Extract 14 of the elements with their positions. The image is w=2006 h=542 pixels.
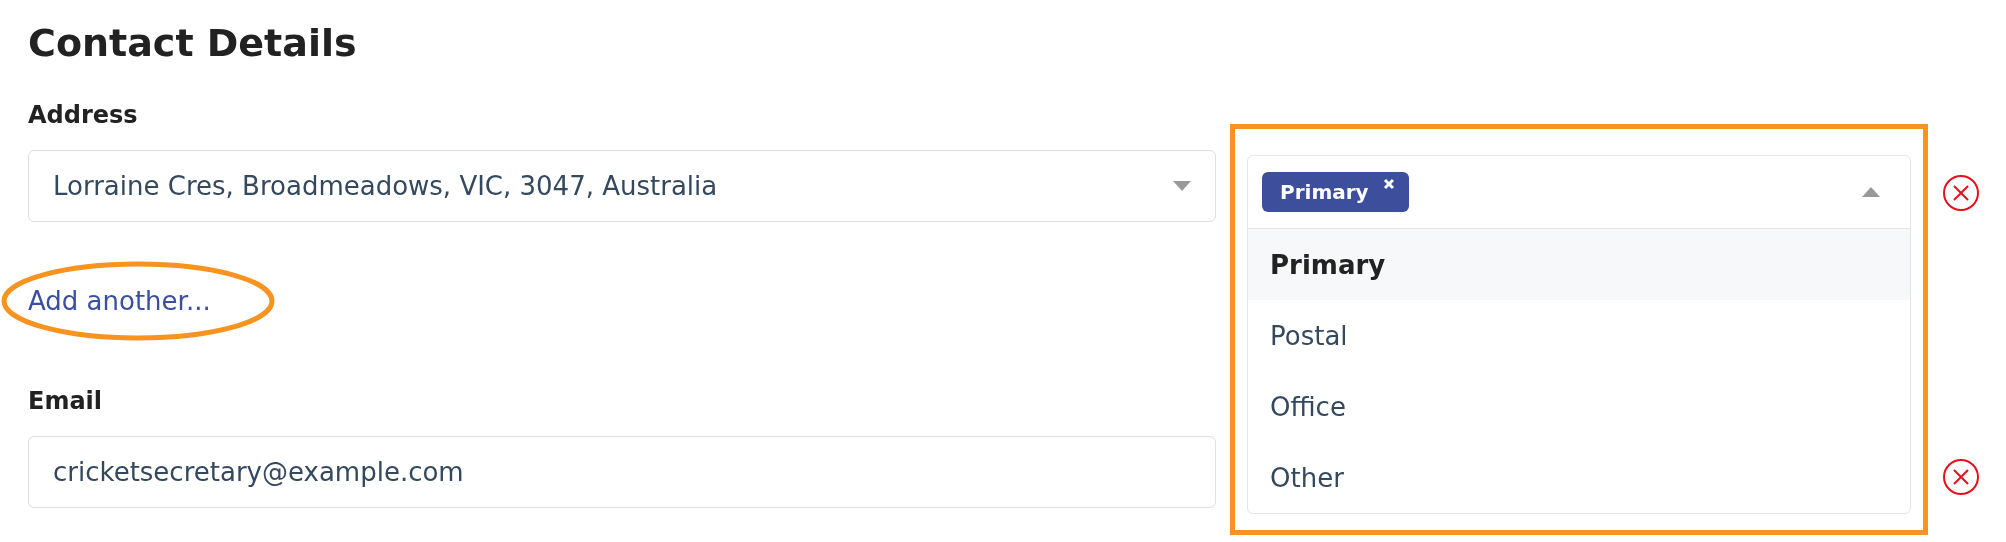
dropdown-option[interactable]: Office	[1248, 371, 1910, 442]
dropdown-option[interactable]: Other	[1248, 442, 1910, 513]
field-label: Email	[28, 386, 103, 416]
field-label: Address	[28, 100, 138, 130]
remove-icon[interactable]	[1942, 458, 1980, 496]
dropdown-option[interactable]: Primary	[1248, 229, 1910, 300]
remove-icon[interactable]	[1942, 174, 1980, 212]
remove-tag-icon[interactable]	[1382, 178, 1395, 190]
tag-chip[interactable]: Primary	[1262, 172, 1409, 212]
page-title: Contact Details	[28, 20, 357, 66]
dropdown-option[interactable]: Postal	[1248, 300, 1910, 371]
email-field[interactable]: cricketsecretary@example.com	[28, 436, 1216, 508]
address-select[interactable]: Lorraine Cres, Broadmeadows, VIC, 3047, Australia	[28, 150, 1216, 222]
type-select[interactable]: Primary	[1248, 156, 1910, 229]
